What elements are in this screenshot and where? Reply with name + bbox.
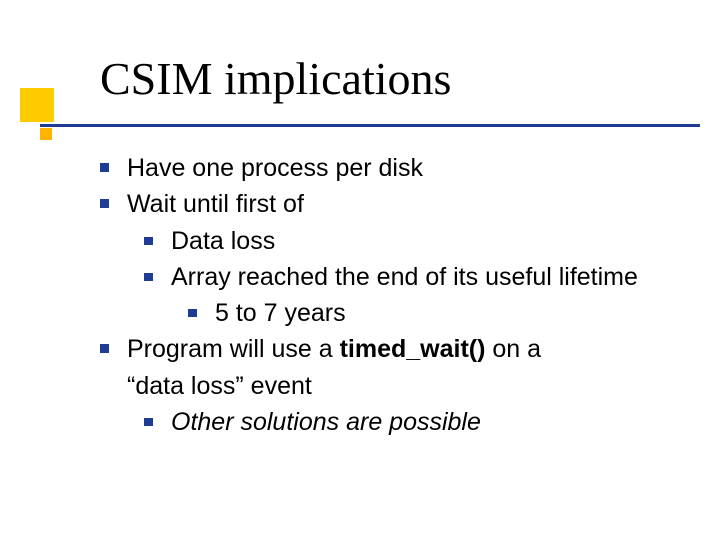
- text-fragment: “data loss”: [127, 372, 244, 400]
- bullet-text: Have one process per disk: [127, 150, 690, 186]
- code-name: timed_wait(): [340, 335, 486, 363]
- text-fragment: event: [244, 372, 312, 400]
- slide: CSIM implications Have one process per d…: [0, 0, 720, 540]
- square-bullet-icon: [100, 344, 109, 353]
- square-bullet-icon: [100, 199, 109, 208]
- bullet-text: 5 to 7 years: [215, 295, 690, 331]
- title-accent-small: [40, 128, 52, 140]
- bullet-text: Array reached the end of its useful life…: [171, 259, 690, 295]
- square-bullet-icon: [100, 163, 109, 172]
- bullet-text: Wait until first of: [127, 186, 690, 222]
- title-accent-block: [20, 88, 54, 122]
- slide-body: Have one process per disk Wait until fir…: [100, 150, 690, 440]
- slide-title: CSIM implications: [100, 52, 451, 105]
- bullet-text: Data loss: [171, 223, 690, 259]
- square-bullet-icon: [144, 273, 153, 281]
- square-bullet-icon: [144, 237, 153, 245]
- bullet-level2: Data loss: [100, 223, 690, 259]
- text-fragment: Program will use a: [127, 335, 340, 363]
- square-bullet-icon: [188, 309, 197, 317]
- bullet-level3: 5 to 7 years: [100, 295, 690, 331]
- square-bullet-icon: [144, 418, 153, 426]
- bullet-text-italic: Other solutions are possible: [171, 404, 690, 440]
- title-underline: [40, 124, 700, 127]
- bullet-level1: Have one process per disk: [100, 150, 690, 186]
- bullet-level1: Program will use a timed_wait() on a “da…: [100, 331, 690, 404]
- text-fragment: on a: [485, 335, 541, 363]
- bullet-text: Program will use a timed_wait() on a “da…: [127, 331, 690, 404]
- bullet-level1: Wait until first of: [100, 186, 690, 222]
- bullet-level2: Array reached the end of its useful life…: [100, 259, 690, 295]
- bullet-level2: Other solutions are possible: [100, 404, 690, 440]
